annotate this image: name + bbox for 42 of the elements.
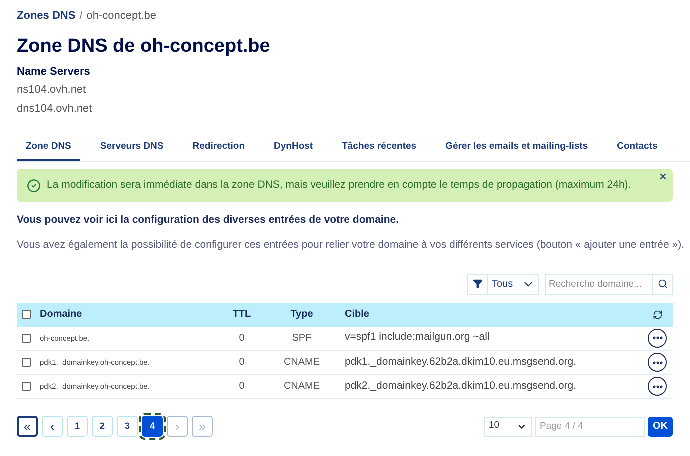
page-title: Zone DNS de oh-concept.be — [17, 34, 272, 58]
name-server: dns104.ovh.net — [17, 102, 94, 118]
page-button[interactable]: 3 — [117, 416, 138, 437]
tab[interactable]: Zone DNS — [17, 134, 80, 161]
breadcrumb-separator: / — [80, 9, 83, 24]
ok-button[interactable]: OK — [648, 416, 673, 436]
column-header: TTL — [217, 302, 267, 326]
page-number-field[interactable]: Page 4 / 4 — [535, 416, 645, 436]
search-field[interactable]: Recherche domaine... — [545, 274, 653, 294]
breadcrumb-link[interactable]: Zones DNS — [17, 8, 76, 24]
page-button[interactable]: 1 — [67, 416, 88, 437]
table-cell: 0 — [217, 374, 267, 398]
type-filter-select[interactable]: Tous — [467, 274, 539, 294]
page-nav-button[interactable]: ‹ — [42, 416, 63, 437]
page-button[interactable]: 4 — [142, 416, 163, 437]
alert-message: La modification sera immédiate dans la zone DNS, mais veuillez prendre en compte le temps de propagation (maximum 24h). — [47, 178, 632, 193]
tab[interactable]: Gérer les emails et mailing-lists — [436, 134, 598, 161]
breadcrumb-current: oh-concept.be — [86, 9, 156, 24]
page-button[interactable]: 2 — [92, 416, 113, 437]
column-header: Cible — [337, 302, 643, 326]
intro-text: Vous pouvez voir ici la configuration des diverses entrées de votre domaine. — [17, 213, 400, 228]
table-cell: v=spf1 include:mailgun.org ~all — [337, 326, 643, 350]
column-header: Type — [267, 302, 337, 326]
tab[interactable]: Contacts — [608, 134, 667, 161]
tab[interactable]: Tâches récentes — [333, 134, 426, 161]
column-header: Domaine — [37, 302, 217, 326]
table-cell: 0 — [217, 326, 267, 350]
table-cell: pdk2._domainkey.62b2a.dkim10.eu.msgsend.org. — [337, 374, 643, 398]
tab[interactable]: DynHost — [265, 134, 322, 161]
table-cell: CNAME — [267, 374, 337, 398]
table-cell: pdk1._domainkey.62b2a.dkim10.eu.msgsend.org. — [337, 350, 643, 374]
page-nav-button[interactable]: « — [17, 416, 38, 437]
table-cell: CNAME — [267, 350, 337, 374]
table-cell: 0 — [217, 350, 267, 374]
name-server: ns104.ovh.net — [17, 82, 88, 98]
page-size-select[interactable]: 10 — [484, 416, 532, 436]
description-text: Vous avez également la possibilité de configurer ces entrées pour relier votre domaine à vos différents services (bouton « ajouter une entrée »). — [17, 238, 686, 253]
name-servers-heading: Name Servers — [17, 65, 92, 80]
tab[interactable]: Redirection — [184, 134, 254, 161]
table-cell: SPF — [267, 326, 337, 350]
close-button[interactable]: × — [659, 170, 667, 183]
tab[interactable]: Serveurs DNS — [91, 134, 173, 161]
